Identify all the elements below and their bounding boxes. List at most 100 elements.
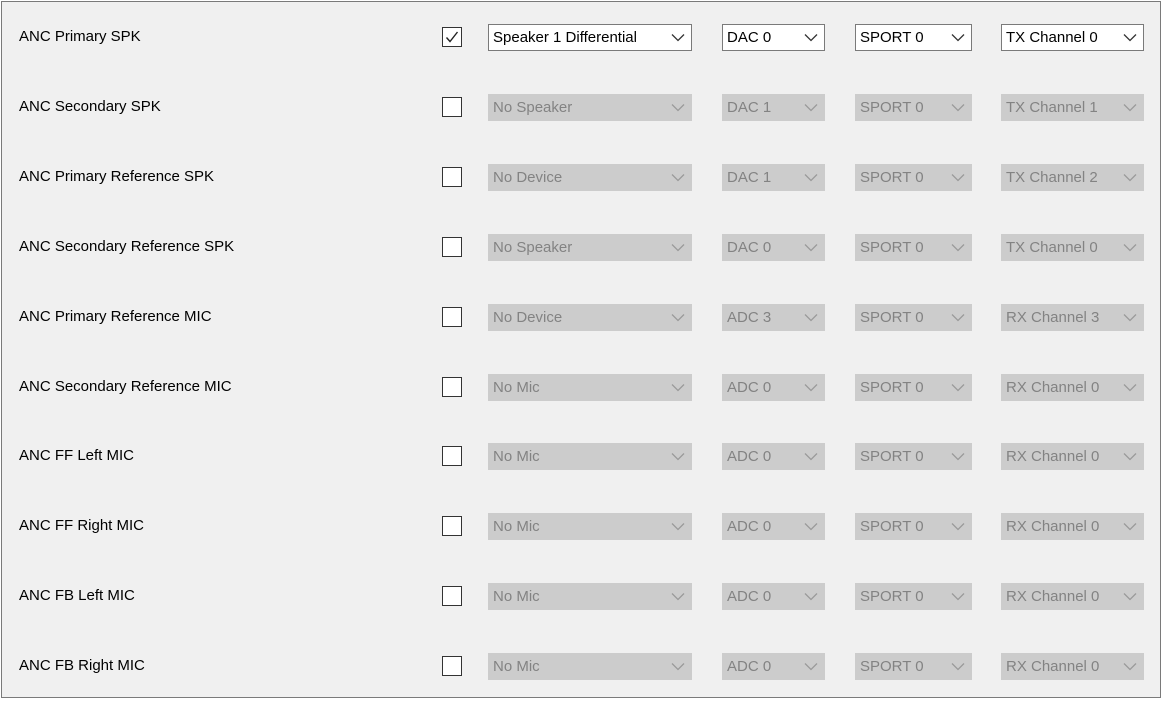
row-label-anc-secondary-reference-mic: ANC Secondary Reference MIC [19,378,232,395]
channel-select-anc-secondary-reference-spk[interactable]: TX Channel 0 [1001,234,1144,261]
enable-checkbox-anc-secondary-reference-mic[interactable] [442,377,462,397]
chevron-down-icon [951,453,965,461]
device-select-anc-primary-reference-mic[interactable]: No Device [488,304,692,331]
converter-select-value: DAC 1 [727,99,772,116]
channel-select-anc-primary-reference-mic[interactable]: RX Channel 3 [1001,304,1144,331]
chevron-down-icon [804,314,818,322]
sport-select-value: SPORT 0 [860,518,924,535]
converter-select-anc-secondary-reference-spk[interactable]: DAC 0 [722,234,825,261]
device-row: ANC Secondary Reference SPK No Speaker DAC… [2,234,1160,261]
enable-checkbox-anc-fb-left-mic[interactable] [442,586,462,606]
channel-select-anc-primary-reference-spk[interactable]: TX Channel 2 [1001,164,1144,191]
enable-checkbox-anc-primary-reference-spk[interactable] [442,167,462,187]
channel-select-anc-primary-spk[interactable]: TX Channel 0 [1001,24,1144,51]
channel-select-anc-fb-right-mic[interactable]: RX Channel 0 [1001,653,1144,680]
converter-select-anc-fb-right-mic[interactable]: ADC 0 [722,653,825,680]
chevron-down-icon [1123,34,1137,42]
enable-checkbox-anc-primary-spk[interactable] [442,27,462,47]
device-select-anc-primary-reference-spk[interactable]: No Device [488,164,692,191]
sport-select-anc-primary-spk[interactable]: SPORT 0 [855,24,972,51]
chevron-down-icon [1123,314,1137,322]
chevron-down-icon [671,523,685,531]
converter-select-value: ADC 0 [727,658,772,675]
channel-select-anc-secondary-reference-mic[interactable]: RX Channel 0 [1001,374,1144,401]
channel-select-anc-fb-left-mic[interactable]: RX Channel 0 [1001,583,1144,610]
enable-checkbox-anc-fb-right-mic[interactable] [442,656,462,676]
converter-select-anc-secondary-reference-mic[interactable]: ADC 0 [722,374,825,401]
sport-select-value: SPORT 0 [860,169,924,186]
channel-select-anc-ff-left-mic[interactable]: RX Channel 0 [1001,443,1144,470]
converter-select-anc-primary-reference-mic[interactable]: ADC 3 [722,304,825,331]
sport-select-value: SPORT 0 [860,448,924,465]
converter-select-anc-primary-reference-spk[interactable]: DAC 1 [722,164,825,191]
chevron-down-icon [951,384,965,392]
device-select-anc-primary-spk[interactable]: Speaker 1 Differential [488,24,692,51]
chevron-down-icon [804,34,818,42]
sport-select-value: SPORT 0 [860,29,924,46]
chevron-down-icon [804,593,818,601]
chevron-down-icon [1123,663,1137,671]
enable-checkbox-anc-ff-right-mic[interactable] [442,516,462,536]
device-select-value: No Mic [493,518,540,535]
channel-select-value: RX Channel 3 [1006,309,1100,326]
chevron-down-icon [951,34,965,42]
row-label-anc-primary-spk: ANC Primary SPK [19,28,141,45]
converter-select-anc-ff-right-mic[interactable]: ADC 0 [722,513,825,540]
device-select-value: No Device [493,169,563,186]
converter-select-value: ADC 0 [727,448,772,465]
chevron-down-icon [671,244,685,252]
channel-select-value: RX Channel 0 [1006,518,1100,535]
device-row: ANC Primary Reference MIC No Device ADC 3 S… [2,304,1160,331]
chevron-down-icon [951,174,965,182]
sport-select-anc-ff-left-mic[interactable]: SPORT 0 [855,443,972,470]
chevron-down-icon [1123,593,1137,601]
converter-select-anc-fb-left-mic[interactable]: ADC 0 [722,583,825,610]
converter-select-value: DAC 0 [727,239,772,256]
enable-checkbox-anc-secondary-spk[interactable] [442,97,462,117]
sport-select-anc-secondary-reference-spk[interactable]: SPORT 0 [855,234,972,261]
sport-select-value: SPORT 0 [860,309,924,326]
device-select-value: Speaker 1 Differential [493,29,637,46]
device-select-anc-ff-left-mic[interactable]: No Mic [488,443,692,470]
sport-select-anc-fb-right-mic[interactable]: SPORT 0 [855,653,972,680]
sport-select-anc-secondary-spk[interactable]: SPORT 0 [855,94,972,121]
device-select-anc-ff-right-mic[interactable]: No Mic [488,513,692,540]
enable-checkbox-anc-secondary-reference-spk[interactable] [442,237,462,257]
channel-select-anc-secondary-spk[interactable]: TX Channel 1 [1001,94,1144,121]
device-select-anc-secondary-reference-spk[interactable]: No Speaker [488,234,692,261]
chevron-down-icon [671,593,685,601]
sport-select-anc-primary-reference-mic[interactable]: SPORT 0 [855,304,972,331]
device-select-anc-fb-left-mic[interactable]: No Mic [488,583,692,610]
chevron-down-icon [951,523,965,531]
device-select-anc-secondary-reference-mic[interactable]: No Mic [488,374,692,401]
enable-checkbox-anc-ff-left-mic[interactable] [442,446,462,466]
sport-select-value: SPORT 0 [860,658,924,675]
channel-select-value: TX Channel 0 [1006,239,1098,256]
anc-device-config-panel: ANC Primary SPK Speaker 1 Differential DAC… [1,1,1161,698]
device-select-anc-fb-right-mic[interactable]: No Mic [488,653,692,680]
channel-select-value: RX Channel 0 [1006,588,1100,605]
enable-checkbox-anc-primary-reference-mic[interactable] [442,307,462,327]
chevron-down-icon [804,174,818,182]
channel-select-anc-ff-right-mic[interactable]: RX Channel 0 [1001,513,1144,540]
converter-select-anc-secondary-spk[interactable]: DAC 1 [722,94,825,121]
chevron-down-icon [1123,104,1137,112]
sport-select-anc-ff-right-mic[interactable]: SPORT 0 [855,513,972,540]
chevron-down-icon [951,663,965,671]
sport-select-anc-primary-reference-spk[interactable]: SPORT 0 [855,164,972,191]
converter-select-value: DAC 0 [727,29,772,46]
sport-select-anc-secondary-reference-mic[interactable]: SPORT 0 [855,374,972,401]
device-select-anc-secondary-spk[interactable]: No Speaker [488,94,692,121]
device-row: ANC FF Left MIC No Mic ADC 0 SPORT 0 RX Chan… [2,443,1160,470]
chevron-down-icon [1123,174,1137,182]
chevron-down-icon [804,453,818,461]
sport-select-anc-fb-left-mic[interactable]: SPORT 0 [855,583,972,610]
chevron-down-icon [951,244,965,252]
device-select-value: No Device [493,309,563,326]
device-row: ANC Primary SPK Speaker 1 Differential DAC… [2,24,1160,51]
device-row: ANC FF Right MIC No Mic ADC 0 SPORT 0 RX Cha… [2,513,1160,540]
channel-select-value: RX Channel 0 [1006,448,1100,465]
sport-select-value: SPORT 0 [860,588,924,605]
converter-select-anc-ff-left-mic[interactable]: ADC 0 [722,443,825,470]
converter-select-anc-primary-spk[interactable]: DAC 0 [722,24,825,51]
